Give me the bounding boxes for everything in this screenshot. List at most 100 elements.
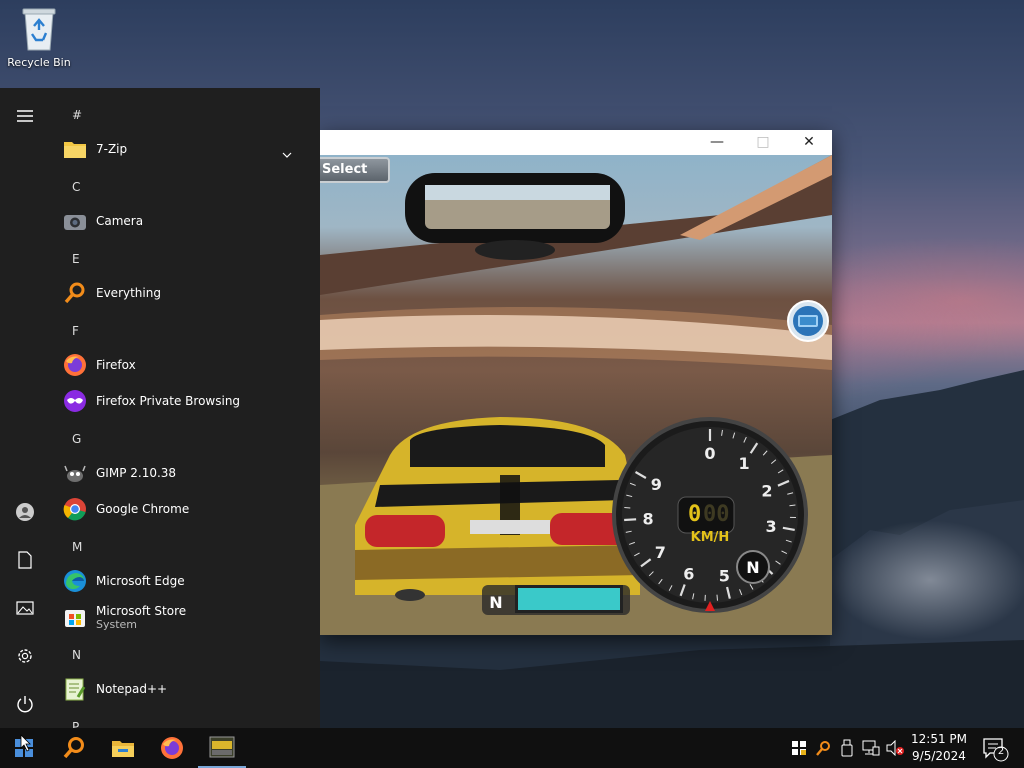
camera-view-button[interactable]: [787, 300, 829, 342]
app-chrome[interactable]: Google Chrome: [62, 493, 312, 525]
app-7zip[interactable]: 7-Zip: [62, 133, 312, 165]
chevron-down-icon[interactable]: [282, 143, 292, 162]
user-icon[interactable]: [10, 497, 40, 527]
app-firefox[interactable]: Firefox: [62, 349, 312, 381]
app-label: Google Chrome: [96, 502, 190, 516]
everything-tray-icon[interactable]: [814, 738, 832, 758]
app-label-main: Microsoft Store: [96, 603, 187, 618]
gauge-tick: [624, 518, 637, 522]
taskbar-clock[interactable]: 12:51 PM 9/5/2024: [906, 731, 972, 765]
gauge-label: 1: [738, 454, 749, 473]
firefox-icon: [161, 737, 183, 759]
volume-muted-icon[interactable]: [886, 738, 904, 758]
gauge-tick: [789, 504, 796, 507]
app-label: Firefox: [96, 358, 136, 372]
gauge-label: 3: [765, 517, 776, 536]
game-viewport[interactable]: Select N 0123456789 0 00: [320, 155, 832, 635]
app-label: Notepad++: [96, 682, 168, 696]
gauge-label: 6: [683, 564, 694, 583]
fog: [830, 520, 1024, 640]
start-menu-rail: [0, 88, 50, 728]
camera-icon: [62, 208, 88, 234]
gauge-label: 8: [643, 510, 654, 529]
app-label: Camera: [96, 214, 144, 228]
group-letter[interactable]: G: [72, 432, 81, 446]
close-button[interactable]: ✕: [786, 132, 832, 153]
power-icon[interactable]: [10, 689, 40, 719]
usb-icon[interactable]: [838, 738, 856, 758]
group-letter[interactable]: N: [72, 648, 81, 662]
settings-icon[interactable]: [10, 641, 40, 671]
app-gimp[interactable]: GIMP 2.10.38: [62, 457, 312, 489]
group-letter[interactable]: M: [72, 540, 82, 554]
game-titlebar[interactable]: — □ ✕: [320, 130, 832, 155]
app-label: Firefox Private Browsing: [96, 394, 241, 408]
mouse-cursor-icon: [20, 734, 31, 752]
app-label: Everything: [96, 286, 161, 300]
digital-speed-ghost: 00: [703, 502, 730, 527]
gear-letter: N: [489, 593, 503, 612]
everything-search-icon: [62, 280, 88, 306]
taskbar-firefox[interactable]: [148, 728, 196, 768]
firefox-icon: [62, 352, 88, 378]
group-letter[interactable]: P: [72, 720, 79, 728]
gauge-label: 0: [704, 444, 715, 463]
edge-icon: [62, 568, 88, 594]
notification-count: 2: [997, 746, 1005, 757]
taskbar-everything[interactable]: [50, 728, 98, 768]
security-shield-icon[interactable]: [790, 738, 808, 758]
store-icon: [62, 604, 88, 630]
app-store[interactable]: Microsoft Store System: [62, 601, 312, 633]
app-sublabel: System: [96, 617, 138, 631]
start-menu[interactable]: # 7-Zip C Camera E Everything F Firefox …: [0, 88, 320, 728]
gimp-icon: [62, 460, 88, 486]
hamburger-icon[interactable]: [10, 101, 40, 131]
group-letter[interactable]: #: [72, 108, 82, 122]
taskbar-file-explorer[interactable]: [99, 728, 147, 768]
app-firefox-private[interactable]: Firefox Private Browsing: [62, 385, 312, 417]
digital-speed: 0: [688, 502, 701, 527]
recycle-bin[interactable]: Recycle Bin: [4, 6, 74, 69]
gauge-label: 9: [651, 475, 662, 494]
notepadpp-icon: [62, 676, 88, 702]
app-label: Microsoft Store System: [96, 604, 186, 631]
document-icon[interactable]: [10, 545, 40, 575]
notification-center-button[interactable]: 2: [980, 736, 1010, 762]
gauge-label: 2: [761, 481, 772, 500]
app-edge[interactable]: Microsoft Edge: [62, 565, 312, 597]
clock-date: 9/5/2024: [912, 749, 966, 763]
app-label: Microsoft Edge: [96, 574, 185, 588]
gear-indicator: N: [746, 558, 759, 577]
start-button[interactable]: [0, 728, 48, 768]
maximize-button[interactable]: □: [740, 132, 786, 153]
select-button[interactable]: Select: [320, 157, 390, 183]
taskbar-game[interactable]: [198, 728, 246, 768]
pictures-icon[interactable]: [10, 593, 40, 623]
app-everything[interactable]: Everything: [62, 277, 312, 309]
speed-unit: KM/H: [691, 530, 730, 545]
group-letter[interactable]: C: [72, 180, 80, 194]
app-notepadpp[interactable]: Notepad++: [62, 673, 312, 705]
recycle-bin-label: Recycle Bin: [7, 56, 71, 69]
gauge-label: 5: [719, 566, 730, 585]
network-icon[interactable]: [862, 738, 880, 758]
taskbar: 12:51 PM 9/5/2024 2: [0, 728, 1024, 768]
gauge-label: 7: [655, 543, 666, 562]
game-window[interactable]: — □ ✕ Select N 0 1 2 3 5 6 7 8 9 0 00 KM…: [320, 130, 832, 635]
folder-icon: [62, 136, 88, 162]
app-label: 7-Zip: [96, 142, 128, 156]
game-icon: [209, 736, 235, 758]
app-label: GIMP 2.10.38: [96, 466, 177, 480]
speedometer: 0123456789 0 00 KM/H N: [612, 417, 808, 613]
file-explorer-icon: [112, 741, 134, 757]
group-letter[interactable]: F: [72, 324, 79, 338]
gauge-tick: [716, 594, 718, 601]
recycle-bin-icon: [19, 6, 59, 52]
camera-view-icon: [787, 300, 829, 342]
firefox-private-icon: [62, 388, 88, 414]
everything-search-icon: [63, 737, 84, 759]
app-camera[interactable]: Camera: [62, 205, 312, 237]
chrome-icon: [62, 496, 88, 522]
group-letter[interactable]: E: [72, 252, 80, 266]
minimize-button[interactable]: —: [694, 132, 740, 153]
